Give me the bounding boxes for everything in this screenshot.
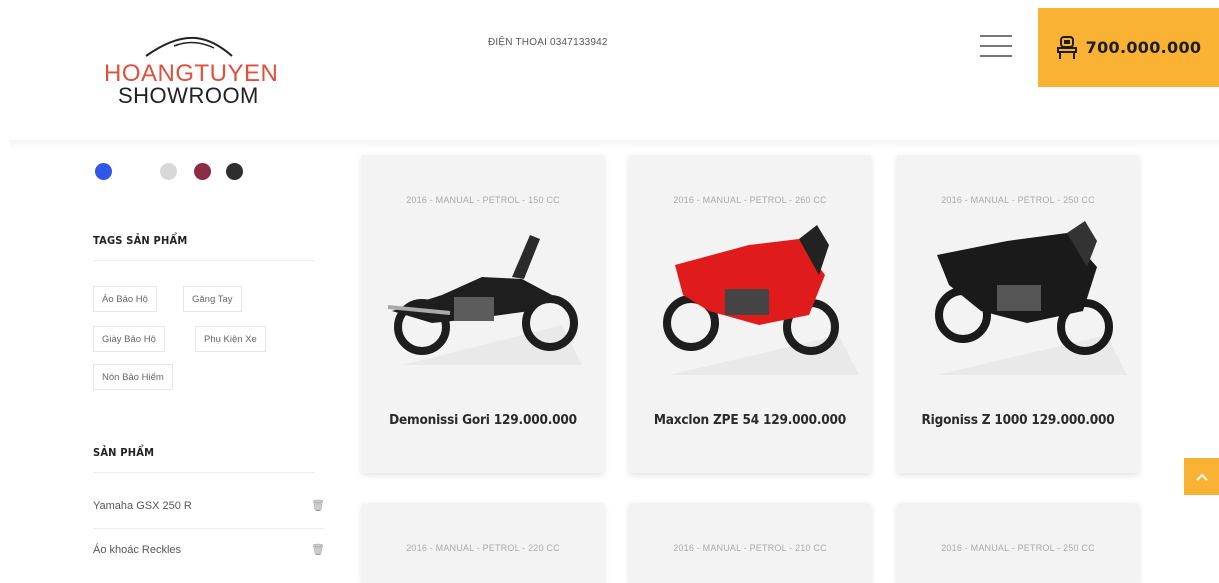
product-item-label: Áo khoác Reckles [93, 544, 182, 556]
trash-icon[interactable]: 🗑 [311, 486, 325, 526]
product-specs: 2016 - MANUAL - PETROL - 250 CC [941, 195, 1095, 205]
products-widget-title: SẢN PHẨM [93, 446, 155, 459]
cart-icon [1056, 35, 1077, 59]
product-specs: 2016 - MANUAL - PETROL - 220 CC [406, 543, 560, 553]
tags-widget-title: TAGS SẢN PHẨM [93, 234, 188, 247]
product-specs: 2016 - MANUAL - PETROL - 150 CC [406, 195, 560, 205]
logo-roof-icon [145, 36, 233, 57]
product-card[interactable]: 2016 - MANUAL - PETROL - 260 CC Maxclon … [629, 155, 871, 473]
product-title[interactable]: Demonissi Gori 129.000.000 [362, 412, 604, 428]
color-swatch-blue[interactable] [95, 163, 112, 180]
sidebar-product-item[interactable]: Yamaha GSX 250 R 🗑 [93, 486, 325, 526]
product-card[interactable]: 2016 - MANUAL - PETROL - 150 CC Demoniss… [362, 155, 604, 473]
product-card[interactable]: 2016 - MANUAL - PETROL - 210 CC [629, 503, 871, 583]
trash-icon[interactable]: 🗑 [311, 530, 325, 570]
product-specs: 2016 - MANUAL - PETROL - 260 CC [673, 195, 827, 205]
cart-button[interactable]: 700.000.000 [1038, 8, 1219, 87]
color-swatch-maroon[interactable] [194, 163, 211, 180]
logo-text-secondary: SHOWROOM [118, 83, 259, 108]
product-title[interactable]: Rigoniss Z 1000 129.000.000 [897, 412, 1139, 428]
tag-gang-tay[interactable]: Găng Tay [183, 286, 242, 312]
product-title[interactable]: Maxclon ZPE 54 129.000.000 [629, 412, 871, 428]
hamburger-icon[interactable] [980, 33, 1012, 59]
motorcycle-image [935, 221, 1127, 375]
tags-divider [93, 260, 315, 261]
product-specs: 2016 - MANUAL - PETROL - 250 CC [941, 543, 1095, 553]
chevron-up-icon [1195, 473, 1208, 481]
product-item-label: Yamaha GSX 250 R [93, 500, 192, 512]
header-divider [10, 140, 1219, 150]
product-card[interactable]: 2016 - MANUAL - PETROL - 220 CC [362, 503, 604, 583]
product-divider [93, 528, 325, 529]
products-title-divider [93, 472, 315, 473]
site-logo[interactable]: HOANGTUYEN SHOWROOM [100, 30, 278, 108]
cart-total: 700.000.000 [1085, 38, 1202, 57]
motorcycle-image [663, 225, 859, 375]
product-specs: 2016 - MANUAL - PETROL - 210 CC [673, 543, 827, 553]
sidebar-product-item[interactable]: Áo khoác Reckles 🗑 [93, 530, 325, 570]
tag-giay-bao-ho[interactable]: Giày Bảo Hộ [93, 326, 165, 352]
product-card[interactable]: 2016 - MANUAL - PETROL - 250 CC [897, 503, 1139, 583]
color-swatch-gray[interactable] [160, 163, 177, 180]
header-phone[interactable]: ĐIỆN THOẠI 0347133942 [488, 37, 608, 48]
tag-ao-bao-ho[interactable]: Áo Bảo Hộ [93, 286, 157, 312]
tag-phu-kien-xe[interactable]: Phụ Kiện Xe [195, 326, 266, 352]
color-swatch-black[interactable] [226, 163, 243, 180]
motorcycle-image [387, 235, 582, 365]
scroll-to-top-button[interactable] [1184, 458, 1219, 495]
product-card[interactable]: 2016 - MANUAL - PETROL - 250 CC Rigoniss… [897, 155, 1139, 473]
tag-non-bao-hiem[interactable]: Nón Bảo Hiểm [93, 364, 173, 390]
site-header: HOANGTUYEN SHOWROOM ĐIỆN THOẠI 034713394… [0, 0, 1219, 135]
